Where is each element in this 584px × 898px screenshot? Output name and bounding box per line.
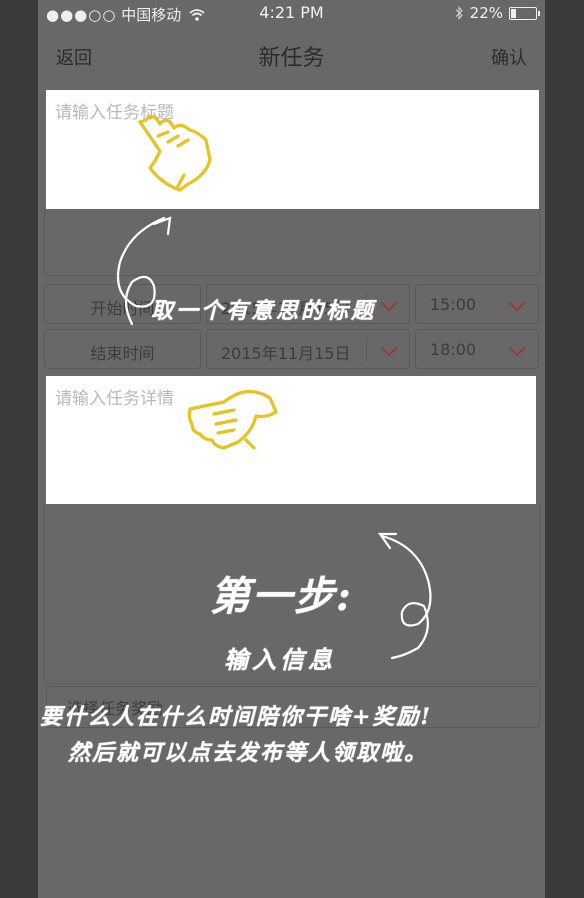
pointing-hand-icon: [187, 390, 278, 450]
curved-arrow-icon: [380, 534, 432, 660]
tutorial-caption-title: 取一个有意思的标题: [151, 298, 377, 324]
phone-screen: ●●●○○ 中国移动 4:21 PM 22% 返回 新任务 确认 请输入任务标题…: [38, 0, 545, 898]
pointing-hand-icon: [138, 114, 212, 192]
tutorial-line-1: 要什么人在什么时间陪你干啥+奖励!: [40, 704, 433, 730]
tutorial-step-subtitle: 输入信息: [224, 645, 336, 674]
tutorial-step-title: 第一步:: [210, 573, 353, 620]
tutorial-line-2: 然后就可以点去发布等人领取啦。: [68, 740, 429, 766]
